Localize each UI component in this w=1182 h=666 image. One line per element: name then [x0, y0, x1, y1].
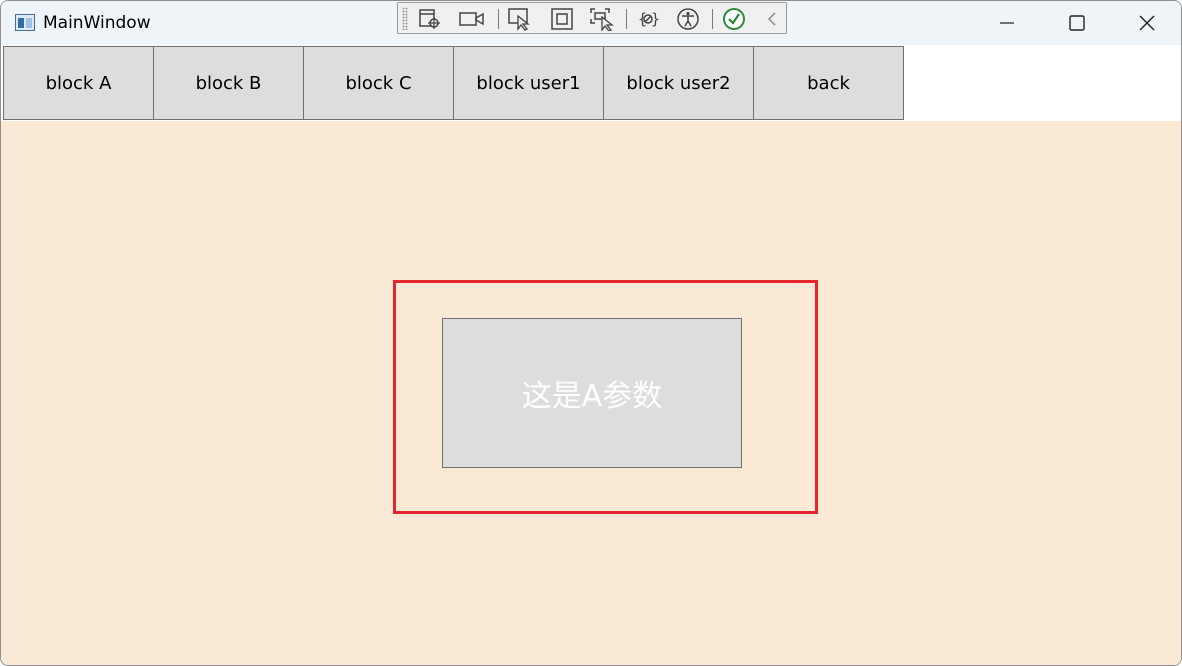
minimize-icon [1000, 22, 1014, 24]
parameter-block[interactable]: 这是A参数 [442, 318, 742, 468]
close-icon [1139, 15, 1155, 31]
toolbar-grip[interactable] [402, 7, 408, 30]
live-visual-tree-icon[interactable] [416, 6, 444, 31]
dev-toolbar: { } [397, 2, 787, 34]
main-window: MainWindow {} block A block B block C b… [0, 0, 1182, 666]
toolbar-separator [626, 9, 627, 29]
block-b-button[interactable]: block B [153, 46, 304, 120]
check-icon[interactable] [720, 6, 748, 31]
title-bar[interactable]: MainWindow {} [1, 1, 1181, 45]
display-layout-adorners-icon[interactable] [548, 6, 576, 31]
maximize-icon [1069, 15, 1085, 31]
maximize-button[interactable] [1042, 1, 1112, 45]
back-button[interactable]: back [753, 46, 904, 120]
toolbar-separator [712, 9, 713, 29]
track-focus-icon[interactable] [588, 6, 616, 31]
accessibility-icon[interactable] [674, 6, 702, 31]
block-user1-button[interactable]: block user1 [453, 46, 604, 120]
collapse-chevron-icon[interactable] [758, 6, 786, 31]
window-title: MainWindow [43, 13, 151, 33]
content-area: 这是A参数 [1, 121, 1181, 665]
minimize-button[interactable] [972, 1, 1042, 45]
block-user2-button[interactable]: block user2 [603, 46, 754, 120]
binding-failures-icon[interactable]: { } [634, 6, 662, 31]
record-icon[interactable] [458, 6, 486, 31]
tab-button-row: block A block B block C block user1 bloc… [1, 45, 1181, 121]
block-c-button[interactable]: block C [303, 46, 454, 120]
block-a-button[interactable]: block A [3, 46, 154, 120]
app-icon [15, 14, 35, 31]
svg-text:{: { [638, 10, 647, 28]
close-button[interactable] [1112, 1, 1181, 45]
toolbar-separator [498, 9, 499, 29]
select-element-icon[interactable] [506, 6, 534, 31]
